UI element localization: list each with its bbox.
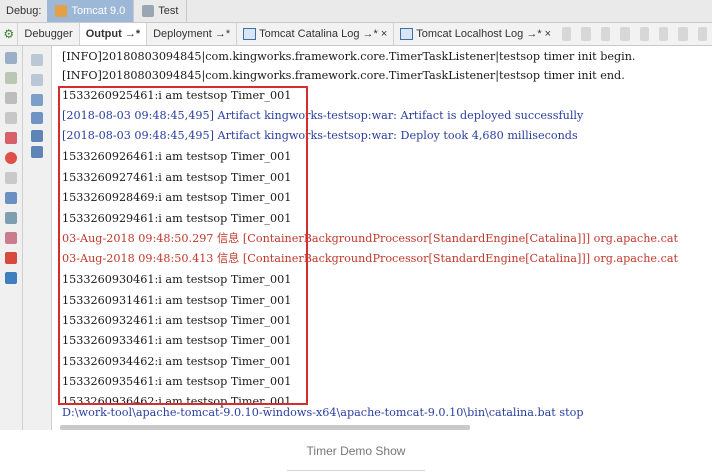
drop-frame-icon[interactable]	[658, 27, 669, 41]
clear-all-icon[interactable]	[31, 146, 43, 158]
console-output[interactable]: [INFO]20180803094845|com.kingworks.frame…	[52, 46, 712, 430]
console-line: 1533260926461:i am testsop Timer_001	[62, 150, 292, 163]
step-over-icon[interactable]	[581, 27, 591, 41]
console-line: D:\work-tool\apache-tomcat-9.0.10-window…	[62, 406, 584, 419]
resume-icon[interactable]	[5, 72, 17, 84]
step-into-icon[interactable]	[600, 27, 611, 41]
tab-deployment-label: Deployment →*	[153, 28, 231, 40]
console-line: [2018-08-03 09:48:45,495] Artifact kingw…	[62, 129, 578, 142]
test-icon	[142, 5, 155, 17]
scroll-up-icon[interactable]	[31, 54, 43, 66]
log-icon	[400, 28, 414, 40]
debug-tab-strip: Debug: Tomcat 9.0 Test	[0, 0, 712, 23]
tab-localhost-log[interactable]: Tomcat Localhost Log →* ×	[393, 23, 557, 45]
step-out-icon[interactable]	[639, 27, 649, 41]
console-line: 03-Aug-2018 09:48:50.297 信息 [ContainerBa…	[62, 232, 679, 245]
debug-subtabs: ⚙ Debugger Output →* Deployment →* Tomca…	[0, 23, 712, 46]
console-line: 1533260927461:i am testsop Timer_001	[62, 171, 292, 184]
stop-icon[interactable]	[5, 112, 17, 124]
view-breakpoints-icon[interactable]	[5, 132, 17, 144]
console-line: [2018-08-03 09:48:45,495] Artifact kingw…	[62, 109, 584, 122]
log-icon	[243, 28, 257, 40]
tomcat-icon	[55, 5, 68, 17]
console-line: 1533260928469:i am testsop Timer_001	[62, 191, 292, 204]
console-line: 1533260934462:i am testsop Timer_001	[62, 355, 292, 368]
console-line: 1533260925461:i am testsop Timer_001	[62, 89, 292, 102]
rerun-icon[interactable]	[5, 52, 17, 64]
restore-layout-icon[interactable]	[5, 192, 17, 204]
close-icon[interactable]	[5, 252, 17, 264]
tab-debugger[interactable]: Debugger	[17, 23, 78, 45]
console-line: 03-Aug-2018 09:48:50.413 信息 [ContainerBa…	[62, 252, 679, 265]
horizontal-scrollbar[interactable]	[60, 425, 470, 430]
console-line: 1533260932461:i am testsop Timer_001	[62, 314, 292, 327]
help-icon[interactable]	[5, 272, 17, 284]
print-icon[interactable]	[31, 130, 43, 142]
debug-label: Debug:	[6, 5, 42, 17]
console-line: 1533260933461:i am testsop Timer_001	[62, 334, 292, 347]
figure-caption: Timer Demo Show	[306, 444, 406, 458]
get-thread-dump-icon[interactable]	[5, 172, 17, 184]
tab-localhost-log-label: Tomcat Localhost Log →* ×	[416, 28, 552, 40]
tab-test[interactable]: Test	[134, 0, 188, 22]
soft-wrap-icon[interactable]	[31, 94, 43, 106]
tab-tomcat[interactable]: Tomcat 9.0	[47, 0, 135, 22]
tab-output-label: Output →*	[85, 28, 141, 40]
tab-catalina-log[interactable]: Tomcat Catalina Log →* ×	[236, 23, 393, 45]
console-action-toolbar	[23, 46, 52, 430]
show-execution-point-icon[interactable]	[562, 27, 572, 41]
console-line: [INFO]20180803094845|com.kingworks.frame…	[62, 69, 625, 82]
debug-action-toolbar	[0, 46, 23, 430]
run-to-cursor-icon[interactable]	[678, 27, 688, 41]
scroll-to-end-icon[interactable]	[31, 112, 43, 124]
settings-icon[interactable]	[5, 212, 17, 224]
console-line: 1533260935461:i am testsop Timer_001	[62, 375, 292, 388]
force-step-into-icon[interactable]	[620, 27, 630, 41]
tab-output[interactable]: Output →*	[78, 23, 147, 45]
tab-catalina-log-label: Tomcat Catalina Log →* ×	[259, 28, 388, 40]
caption-divider	[287, 470, 425, 471]
tab-deployment[interactable]: Deployment →*	[146, 23, 236, 45]
tab-debugger-label: Debugger	[24, 28, 73, 40]
mute-breakpoints-icon[interactable]	[5, 152, 17, 164]
evaluate-icon[interactable]	[697, 27, 707, 41]
bug-icon[interactable]: ⚙	[3, 27, 14, 41]
console-line: 1533260931461:i am testsop Timer_001	[62, 294, 292, 307]
console-line: [INFO]20180803094845|com.kingworks.frame…	[62, 50, 636, 63]
pause-icon[interactable]	[5, 92, 17, 104]
pin-icon[interactable]	[5, 232, 17, 244]
scroll-down-icon[interactable]	[31, 74, 43, 86]
tab-test-label: Test	[158, 5, 179, 17]
console-line: 1533260929461:i am testsop Timer_001	[62, 212, 292, 225]
console-line: 1533260930461:i am testsop Timer_001	[62, 273, 292, 286]
tab-tomcat-label: Tomcat 9.0	[71, 5, 126, 17]
